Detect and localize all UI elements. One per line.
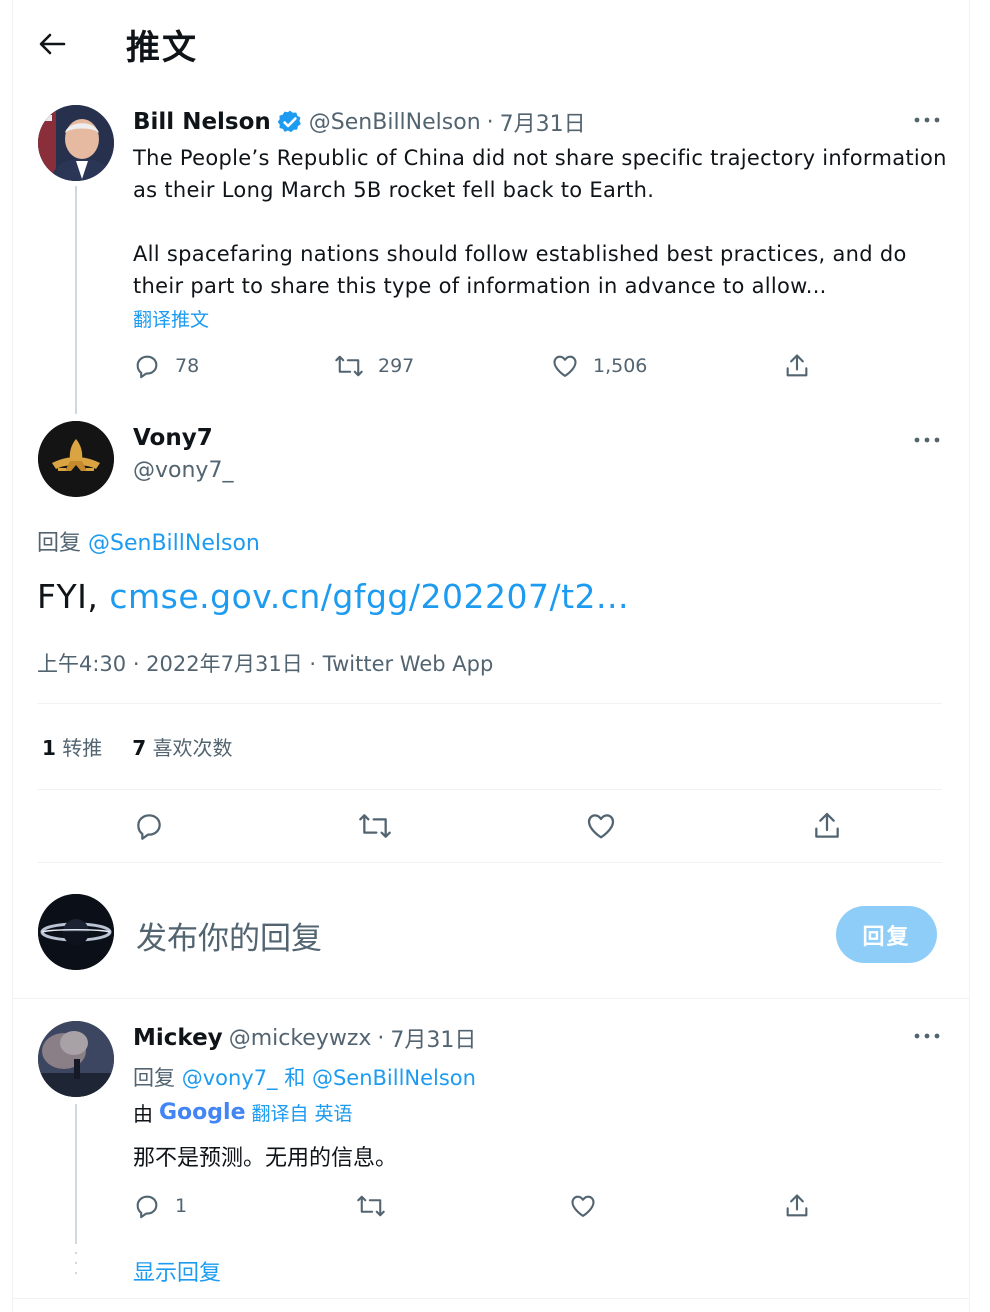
like-icon (553, 355, 577, 377)
retweet-icon (359, 814, 391, 838)
mention-link[interactable]: @vony7_ (182, 1066, 278, 1090)
avatar-vony7[interactable] (38, 421, 114, 497)
like-stat-count: 7 (132, 736, 147, 760)
like-action[interactable] (569, 1192, 597, 1220)
divider (37, 789, 942, 790)
google-logo: Google (159, 1100, 246, 1125)
author-name[interactable]: Vony7 (133, 425, 213, 451)
reply-action[interactable]: 78 (133, 352, 199, 380)
separator-dot: · (377, 1025, 385, 1051)
translation-attribution: 由 Google 翻译自 英语 (133, 1098, 353, 1127)
share-action[interactable] (783, 1192, 811, 1220)
retweet-stat-label: 转推 (62, 736, 103, 760)
verified-badge-icon (277, 110, 301, 133)
tweet-text-line: their part to share this type of informa… (133, 274, 827, 298)
reply-icon (136, 1195, 158, 1219)
author-handle[interactable]: @mickeywzx (229, 1026, 372, 1051)
like-icon (587, 814, 615, 839)
replying-to: 回复 @SenBillNelson (37, 525, 260, 557)
divider (13, 998, 969, 999)
back-arrow-icon (39, 33, 66, 55)
author-name[interactable]: Mickey (133, 1025, 223, 1051)
share-icon (815, 812, 839, 838)
thread-line (75, 1104, 77, 1244)
avatar-mickey[interactable] (38, 1021, 114, 1097)
avatar-landscape-icon (38, 1021, 114, 1097)
reply-prefix: 回复 (133, 1066, 175, 1090)
replying-to: 回复 @vony7_ 和 @SenBillNelson (133, 1062, 476, 1092)
like-action[interactable] (585, 810, 617, 842)
translate-tweet-link[interactable]: 翻译推文 (133, 305, 209, 332)
retweet-stat-count: 1 (42, 736, 56, 760)
translated-from-link[interactable]: 翻译自 英语 (252, 1099, 353, 1126)
tweet-timestamp[interactable]: 上午4:30 · 2022年7月31日 · Twitter Web App (37, 648, 493, 678)
more-button[interactable] (907, 1024, 947, 1048)
author-handle[interactable]: @SenBillNelson (309, 110, 481, 135)
like-stat-label: 喜欢次数 (152, 736, 233, 760)
retweet-count: 297 (378, 355, 415, 377)
retweet-action[interactable]: 297 (334, 352, 414, 380)
reply-count: 78 (175, 355, 200, 377)
show-replies-link[interactable]: 显示回复 (133, 1255, 221, 1287)
more-button[interactable] (907, 428, 947, 452)
reply-icon (137, 814, 161, 840)
retweet-icon (357, 1195, 385, 1217)
thread-dots (73, 1252, 79, 1274)
tweet-text-line: All spacefaring nations should follow es… (133, 242, 907, 266)
reply-compose-input[interactable]: 发布你的回复 (136, 913, 322, 958)
avatar-rocket-logo-icon (38, 421, 114, 497)
url-link[interactable]: cmse.gov.cn/gfgg/202207/t2... (109, 577, 629, 616)
like-count: 1,506 (593, 355, 648, 377)
avatar-portrait-icon (38, 105, 114, 181)
retweet-stat[interactable]: 1 转推 (42, 732, 102, 761)
and-text: 和 (284, 1066, 306, 1090)
main-tweet-text: FYI, cmse.gov.cn/gfgg/202207/t2... (37, 577, 629, 616)
by-label: 由 (133, 1102, 153, 1126)
tweet-header: Mickey @mickeywzx · 7月31日 (133, 1022, 476, 1054)
divider (37, 703, 942, 704)
tweet-text-line: The People’s Republic of China did not s… (133, 146, 947, 170)
more-icon (914, 1033, 940, 1039)
divider (13, 1298, 969, 1299)
author-handle[interactable]: @vony7_ (133, 458, 233, 483)
reply-icon (136, 355, 158, 379)
like-stat[interactable]: 7 喜欢次数 (132, 732, 232, 761)
tweet-header: Bill Nelson @SenBillNelson · 7月31日 (133, 106, 586, 138)
reply-prefix: 回复 (37, 531, 82, 556)
retweet-action[interactable] (356, 1192, 386, 1220)
separator-dot: · (486, 109, 494, 135)
more-button[interactable] (907, 108, 947, 132)
share-action[interactable] (811, 810, 843, 842)
tweet-text-line: as their Long March 5B rocket fell back … (133, 178, 655, 202)
reply-text: 那不是预测。无用的信息。 (133, 1146, 398, 1171)
reply-action[interactable]: 1 (133, 1192, 187, 1220)
divider (37, 862, 942, 863)
tweet-text: The People’s Republic of China did not s… (133, 142, 947, 302)
tweet-date[interactable]: 7月31日 (500, 106, 586, 138)
more-icon (914, 437, 940, 443)
mention-link[interactable]: @SenBillNelson (312, 1066, 476, 1090)
mention-link[interactable]: @SenBillNelson (88, 531, 260, 556)
author-name[interactable]: Bill Nelson (133, 109, 271, 135)
reply-count: 1 (175, 1195, 188, 1217)
engagement-stats: 1 转推 7 喜欢次数 (42, 732, 233, 761)
avatar-current-user[interactable] (38, 894, 114, 970)
avatar-bill-nelson[interactable] (38, 105, 114, 181)
share-icon (786, 1194, 808, 1217)
back-button[interactable] (30, 24, 74, 64)
retweet-action[interactable] (357, 810, 393, 842)
tweet-date[interactable]: 7月31日 (390, 1022, 476, 1054)
reply-button[interactable]: 回复 (836, 906, 937, 963)
more-icon (914, 117, 940, 123)
share-action[interactable] (783, 352, 811, 380)
like-icon (571, 1195, 595, 1217)
share-icon (786, 354, 808, 377)
thread-line (75, 186, 77, 414)
page-title: 推文 (126, 28, 198, 68)
text-prefix: FYI, (37, 577, 99, 616)
retweet-icon (335, 355, 363, 377)
reply-action[interactable] (133, 810, 165, 842)
avatar-planet-icon (38, 894, 114, 970)
like-action[interactable]: 1,506 (551, 352, 647, 380)
